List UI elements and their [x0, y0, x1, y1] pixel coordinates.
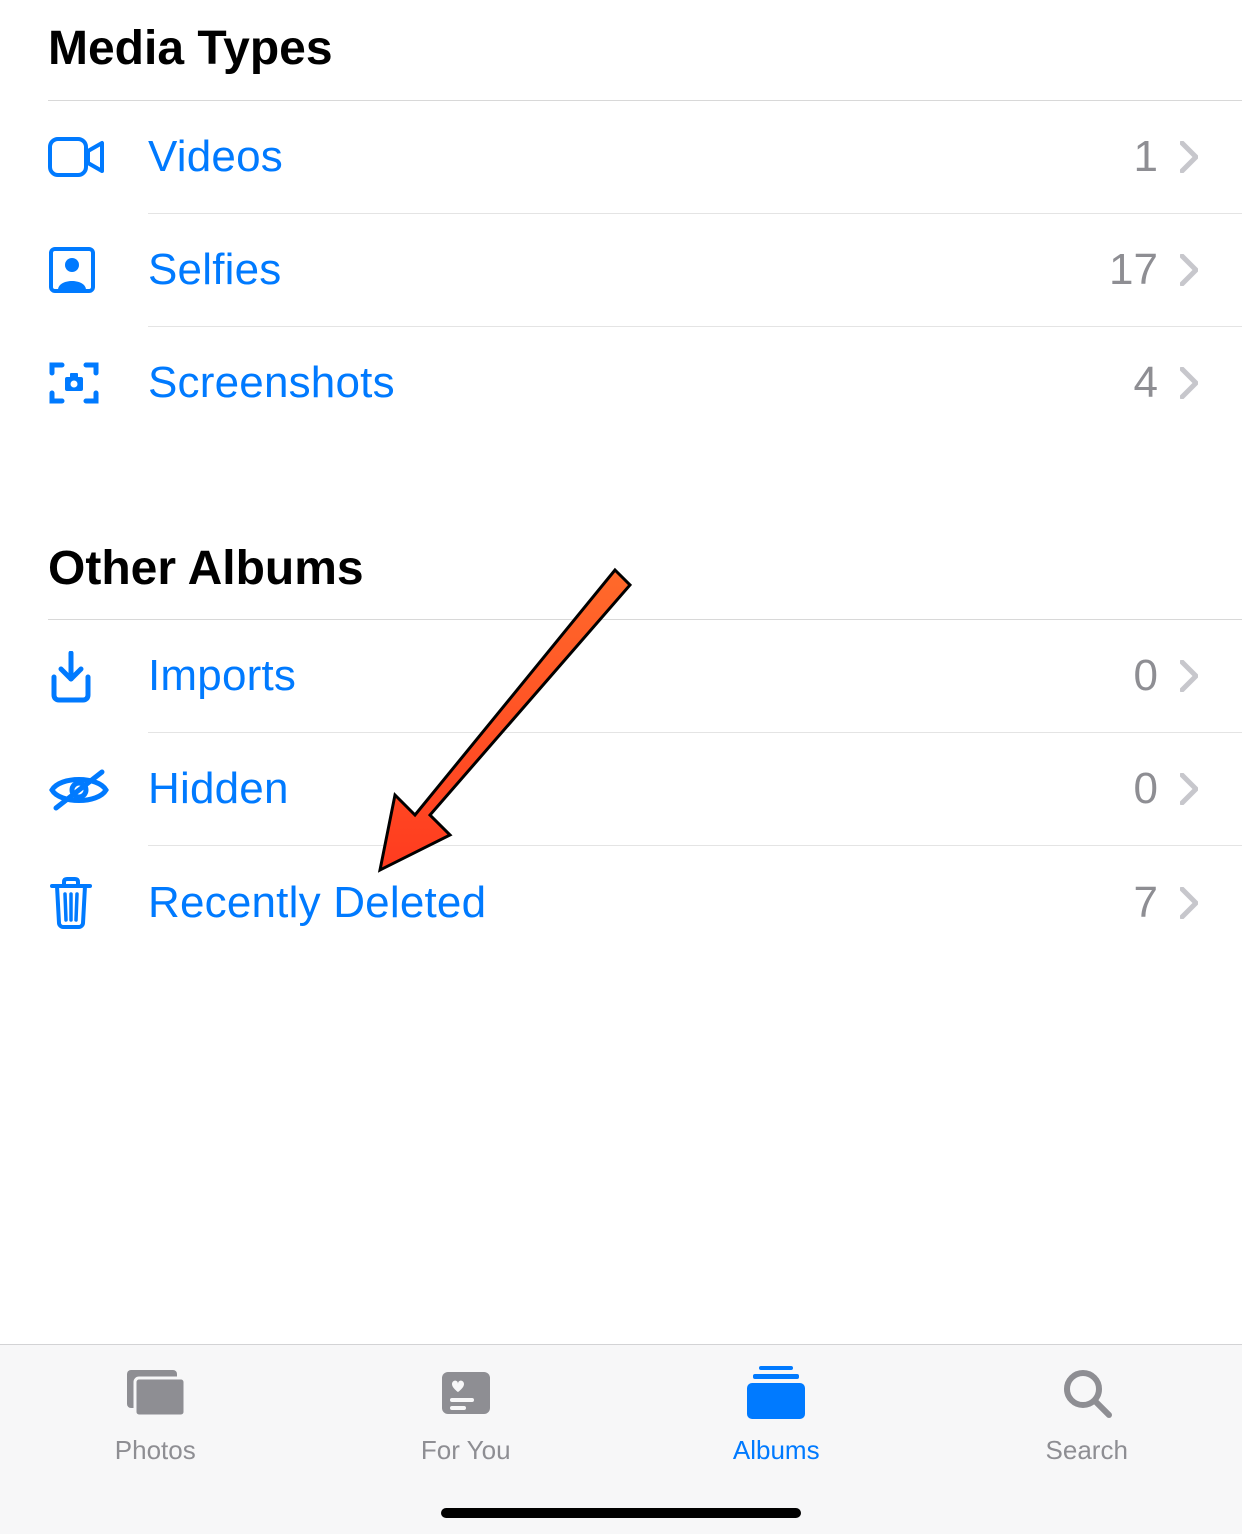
row-label: Imports	[148, 651, 1134, 701]
chevron-right-icon	[1180, 887, 1198, 919]
row-selfies[interactable]: Selfies 17	[48, 214, 1242, 327]
trash-icon	[48, 876, 148, 930]
hidden-icon	[48, 768, 148, 812]
chevron-right-icon	[1180, 141, 1198, 173]
section-media-types: Media Types Videos 1	[48, 10, 1242, 440]
chevron-right-icon	[1180, 773, 1198, 805]
row-screenshots[interactable]: Screenshots 4	[48, 327, 1242, 440]
albums-icon	[743, 1365, 809, 1421]
row-count: 4	[1134, 358, 1158, 408]
tab-bar: Photos For You Albums	[0, 1344, 1242, 1534]
row-label: Videos	[148, 132, 1134, 182]
section-title-media-types: Media Types	[48, 10, 1242, 100]
tab-label: Search	[1046, 1435, 1128, 1466]
section-other-albums: Other Albums Imports 0	[48, 530, 1242, 960]
row-videos[interactable]: Videos 1	[48, 101, 1242, 214]
video-icon	[48, 137, 148, 177]
tab-photos[interactable]: Photos	[0, 1345, 311, 1534]
chevron-right-icon	[1180, 254, 1198, 286]
search-icon	[1059, 1365, 1115, 1421]
row-count: 17	[1109, 245, 1158, 295]
row-imports[interactable]: Imports 0	[48, 620, 1242, 733]
chevron-right-icon	[1180, 367, 1198, 399]
tab-search[interactable]: Search	[932, 1345, 1242, 1534]
row-hidden[interactable]: Hidden 0	[48, 733, 1242, 846]
row-count: 7	[1134, 878, 1158, 928]
row-label: Recently Deleted	[148, 878, 1134, 928]
row-label: Hidden	[148, 764, 1134, 814]
tab-for-you[interactable]: For You	[311, 1345, 622, 1534]
section-title-other-albums: Other Albums	[48, 530, 1242, 620]
home-indicator[interactable]	[441, 1508, 801, 1518]
selfie-icon	[48, 246, 148, 294]
row-label: Selfies	[148, 245, 1109, 295]
row-recently-deleted[interactable]: Recently Deleted 7	[48, 846, 1242, 959]
tab-label: Photos	[115, 1435, 196, 1466]
tab-label: For You	[421, 1435, 511, 1466]
row-count: 0	[1134, 764, 1158, 814]
tab-label: Albums	[733, 1435, 820, 1466]
import-icon	[48, 651, 148, 703]
photos-stack-icon	[121, 1365, 189, 1421]
for-you-icon	[438, 1365, 494, 1421]
screenshot-icon	[48, 359, 148, 407]
tab-albums[interactable]: Albums	[621, 1345, 932, 1534]
chevron-right-icon	[1180, 660, 1198, 692]
row-count: 1	[1134, 132, 1158, 182]
row-label: Screenshots	[148, 358, 1134, 408]
row-count: 0	[1134, 651, 1158, 701]
